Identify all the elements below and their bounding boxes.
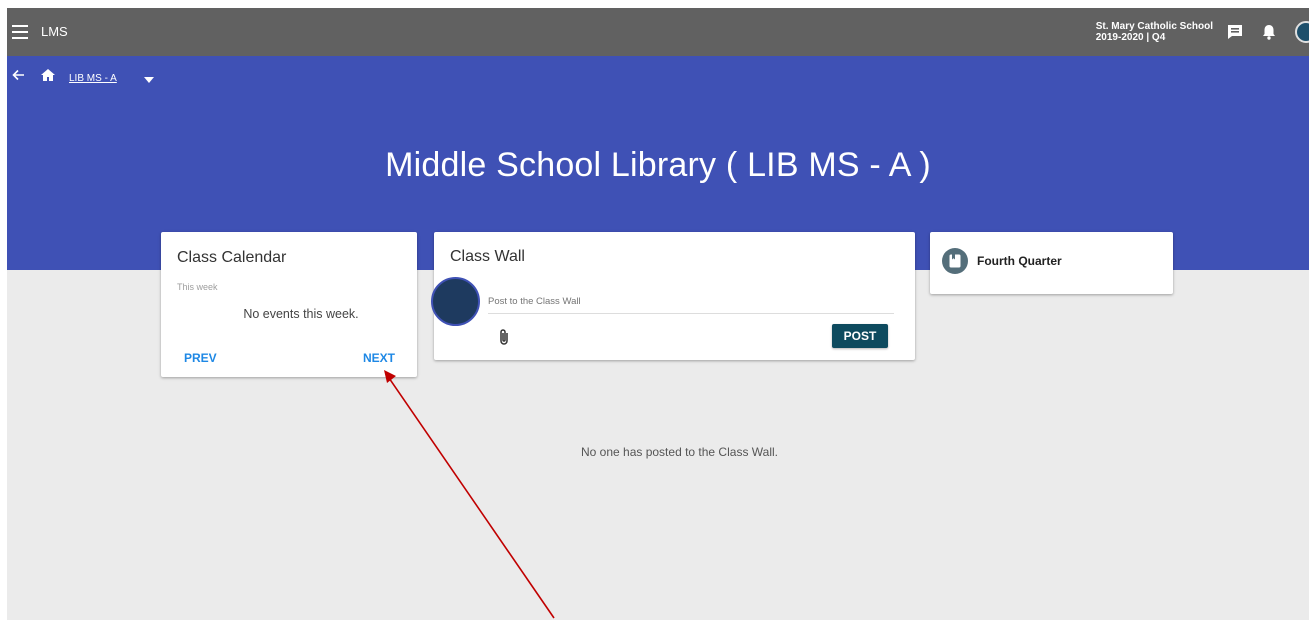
calendar-subtitle: This week [177,282,218,292]
quarter-label: Fourth Quarter [977,254,1062,268]
page-title: Middle School Library ( LIB MS - A ) [385,146,931,184]
term-label: 2019-2020 | Q4 [1095,32,1166,43]
wall-empty-message: No one has posted to the Class Wall. [581,445,778,459]
wall-post-input[interactable] [488,290,894,314]
class-wall-card: Class Wall POST [431,232,915,360]
class-calendar-card: Class Calendar This week No events this … [161,232,417,377]
wall-title: Class Wall [450,248,525,265]
app-name: LMS [41,24,68,39]
breadcrumb [11,68,56,82]
paperclip-icon[interactable] [498,328,510,346]
next-button[interactable]: NEXT [363,351,395,365]
home-icon[interactable] [40,68,56,82]
app-frame: LMS St. Mary Catholic School 2019-2020 |… [7,8,1309,620]
school-name: St. Mary Catholic School [1095,21,1213,32]
top-bar: LMS St. Mary Catholic School 2019-2020 |… [7,8,1309,56]
prev-button[interactable]: PREV [184,351,217,365]
calendar-title: Class Calendar [177,249,287,266]
back-arrow-icon[interactable] [11,68,25,82]
chat-icon[interactable] [1225,22,1245,42]
avatar[interactable] [1295,21,1309,43]
avatar [431,277,480,326]
post-button[interactable]: POST [832,324,888,348]
calendar-empty-message: No events this week. [243,307,359,321]
course-breadcrumb-link[interactable]: LIB MS - A [69,73,117,84]
quarter-card[interactable]: Fourth Quarter [930,232,1173,294]
book-icon [942,248,968,274]
menu-icon[interactable] [12,25,28,39]
chevron-down-icon[interactable] [144,77,154,83]
bell-icon[interactable] [1259,22,1279,42]
school-info[interactable]: St. Mary Catholic School 2019-2020 | Q4 [1096,21,1213,43]
